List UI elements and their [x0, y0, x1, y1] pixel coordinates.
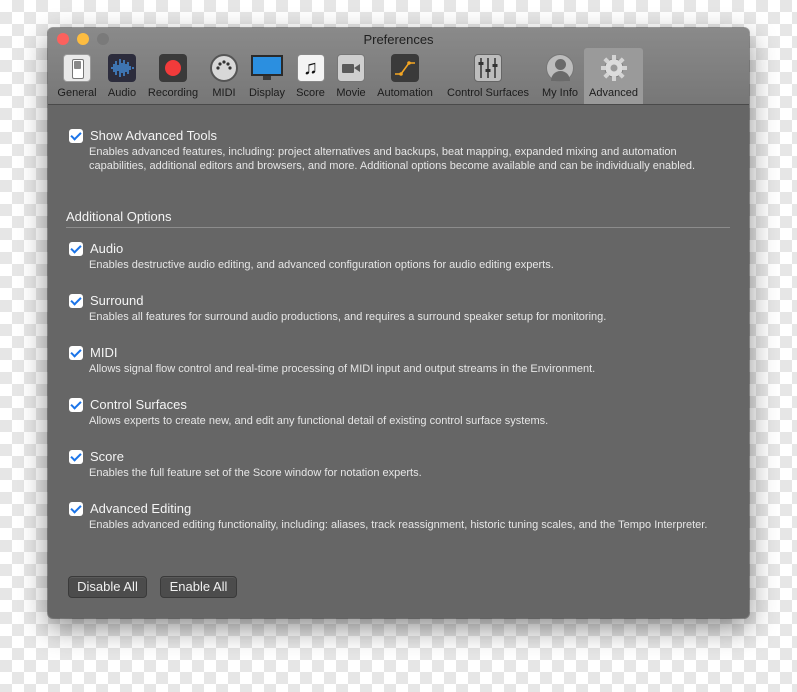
- tab-label: Recording: [147, 87, 199, 99]
- tab-label: Advanced: [589, 87, 638, 99]
- option-description: Enables the full feature set of the Scor…: [89, 467, 422, 479]
- automation-curve-icon: [391, 54, 419, 82]
- tab-recording[interactable]: Recording: [143, 48, 203, 104]
- tab-label: MIDI: [212, 87, 236, 99]
- option-description: Enables destructive audio editing, and a…: [89, 259, 554, 271]
- monitor-icon: [251, 54, 283, 82]
- tab-general[interactable]: General: [53, 48, 101, 104]
- tab-label: Movie: [336, 87, 366, 99]
- tab-control-surfaces[interactable]: Control Surfaces: [440, 48, 536, 104]
- tab-score[interactable]: ♫ Score: [293, 48, 328, 104]
- tab-midi[interactable]: MIDI: [206, 48, 242, 104]
- option-description: Enables advanced features, including: pr…: [89, 146, 695, 172]
- general-switch-icon: [63, 54, 91, 82]
- tab-label: Display: [248, 87, 286, 99]
- option-description: Allows experts to create new, and edit a…: [89, 415, 549, 427]
- tab-label: Audio: [107, 87, 137, 99]
- tab-movie[interactable]: Movie: [333, 48, 369, 104]
- record-icon: [159, 54, 187, 82]
- music-note-icon: ♫: [296, 54, 325, 82]
- option-title: Surround: [90, 293, 144, 308]
- show-advanced-checkbox[interactable]: [69, 129, 83, 143]
- gear-icon: [600, 54, 628, 82]
- option-title: Score: [90, 449, 124, 464]
- tab-my-info[interactable]: My Info: [537, 48, 583, 104]
- fader-icon: [474, 54, 502, 82]
- audio-checkbox[interactable]: [69, 242, 83, 256]
- option-description: Allows signal flow control and real-time…: [89, 363, 596, 375]
- option-title: MIDI: [90, 345, 118, 360]
- midi-connector-icon: [210, 54, 238, 82]
- option-title: Control Surfaces: [90, 397, 187, 412]
- waveform-icon: [108, 54, 136, 82]
- tab-label: Automation: [377, 87, 433, 99]
- option-title: Advanced Editing: [90, 501, 192, 516]
- tab-label: Score: [296, 87, 325, 99]
- option-title: Audio: [90, 241, 124, 256]
- option-description: Enables all features for surround audio …: [89, 311, 607, 323]
- disable-all-button[interactable]: Disable All: [68, 576, 147, 598]
- tab-label: General: [57, 87, 97, 99]
- control-surfaces-checkbox[interactable]: [69, 398, 83, 412]
- window-title: Preferences: [363, 32, 434, 47]
- user-icon: [546, 54, 574, 82]
- score-checkbox[interactable]: [69, 450, 83, 464]
- enable-all-button[interactable]: Enable All: [160, 576, 237, 598]
- preferences-window: Preferences General Audio Recording MIDI…: [48, 28, 749, 618]
- tab-label: Control Surfaces: [447, 87, 529, 99]
- option-description: Enables advanced editing functionality, …: [89, 519, 708, 531]
- tab-label: My Info: [541, 87, 579, 99]
- tab-display[interactable]: Display: [246, 48, 288, 104]
- tab-advanced[interactable]: Advanced: [584, 48, 643, 104]
- section-divider: [66, 227, 730, 228]
- tab-audio[interactable]: Audio: [103, 48, 141, 104]
- title-bar: Preferences General Audio Recording MIDI…: [48, 28, 749, 105]
- option-title: Show Advanced Tools: [90, 128, 217, 143]
- section-title: Additional Options: [66, 209, 172, 224]
- tab-automation[interactable]: Automation: [373, 48, 437, 104]
- video-camera-icon: [337, 54, 365, 82]
- midi-checkbox[interactable]: [69, 346, 83, 360]
- advanced-editing-checkbox[interactable]: [69, 502, 83, 516]
- surround-checkbox[interactable]: [69, 294, 83, 308]
